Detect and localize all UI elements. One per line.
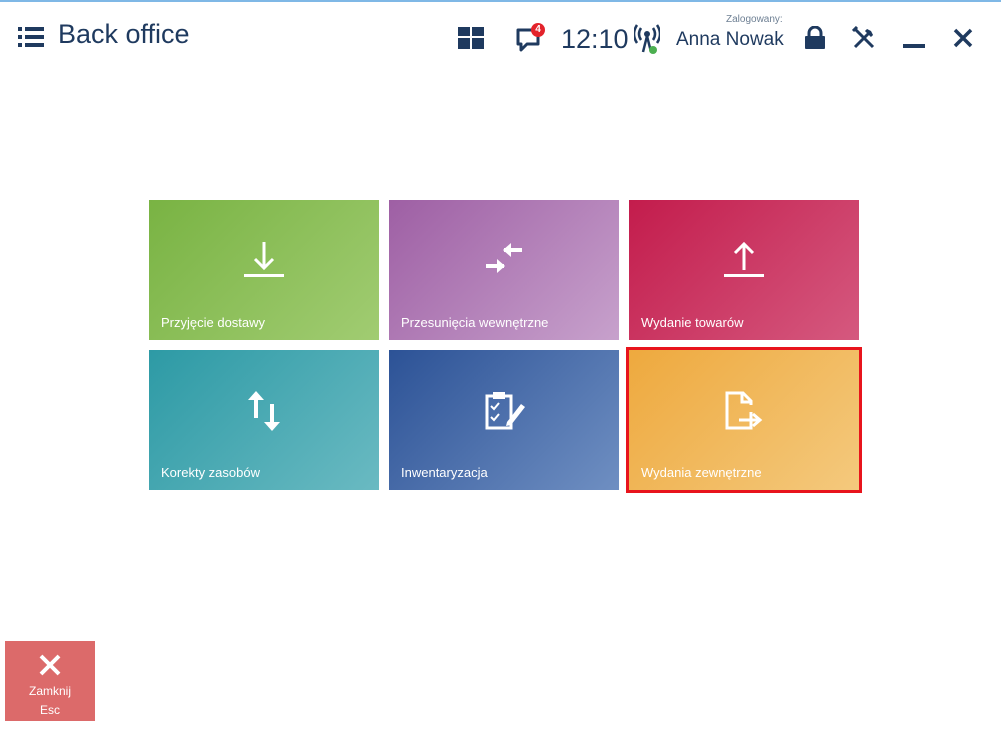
tile-wydanie-towarow[interactable]: Wydanie towarów — [629, 200, 859, 340]
connection-antenna-icon — [634, 24, 660, 56]
close-button[interactable]: Zamknij Esc — [5, 641, 95, 721]
tile-label: Korekty zasobów — [161, 465, 260, 480]
notification-badge: 4 — [531, 23, 545, 37]
logged-in-caption: Zalogowany: — [726, 14, 783, 25]
clock: 12:10 — [561, 24, 629, 54]
close-window-icon[interactable] — [953, 28, 973, 48]
tile-wydania-zewnetrzne[interactable]: Wydania zewnętrzne — [629, 350, 859, 490]
document-export-icon — [723, 390, 765, 437]
upload-arrow-icon — [723, 240, 765, 285]
close-button-shortcut: Esc — [39, 703, 60, 717]
clipboard-check-icon — [483, 390, 525, 437]
tile-label: Wydania zewnętrzne — [641, 465, 762, 480]
tools-icon[interactable] — [852, 26, 876, 50]
hamburger-menu-icon[interactable] — [18, 27, 44, 47]
notifications-icon[interactable]: 4 — [515, 23, 545, 52]
tiles-view-icon[interactable] — [458, 27, 484, 49]
lock-icon[interactable] — [804, 26, 826, 50]
tile-label: Przyjęcie dostawy — [161, 315, 266, 330]
tile-przyjecie-dostawy[interactable]: Przyjęcie dostawy — [149, 200, 379, 340]
tile-label: Wydanie towarów — [641, 315, 744, 330]
tile-przesuniecia-wewnetrzne[interactable]: Przesunięcia wewnętrzne — [389, 200, 619, 340]
tile-label: Inwentaryzacja — [401, 465, 488, 480]
minimize-icon[interactable] — [903, 44, 925, 49]
download-arrow-icon — [243, 240, 285, 285]
opposite-arrows-icon — [482, 240, 526, 285]
close-button-label: Zamknij — [28, 684, 71, 698]
up-down-arrows-icon — [244, 390, 284, 437]
page-title: Back office — [58, 19, 190, 49]
tile-label: Przesunięcia wewnętrzne — [401, 315, 549, 330]
top-accent-line — [0, 0, 1001, 2]
tile-korekty-zasobow[interactable]: Korekty zasobów — [149, 350, 379, 490]
user-name[interactable]: Anna Nowak — [676, 29, 784, 51]
close-icon — [38, 653, 62, 682]
tile-inwentaryzacja[interactable]: Inwentaryzacja — [389, 350, 619, 490]
